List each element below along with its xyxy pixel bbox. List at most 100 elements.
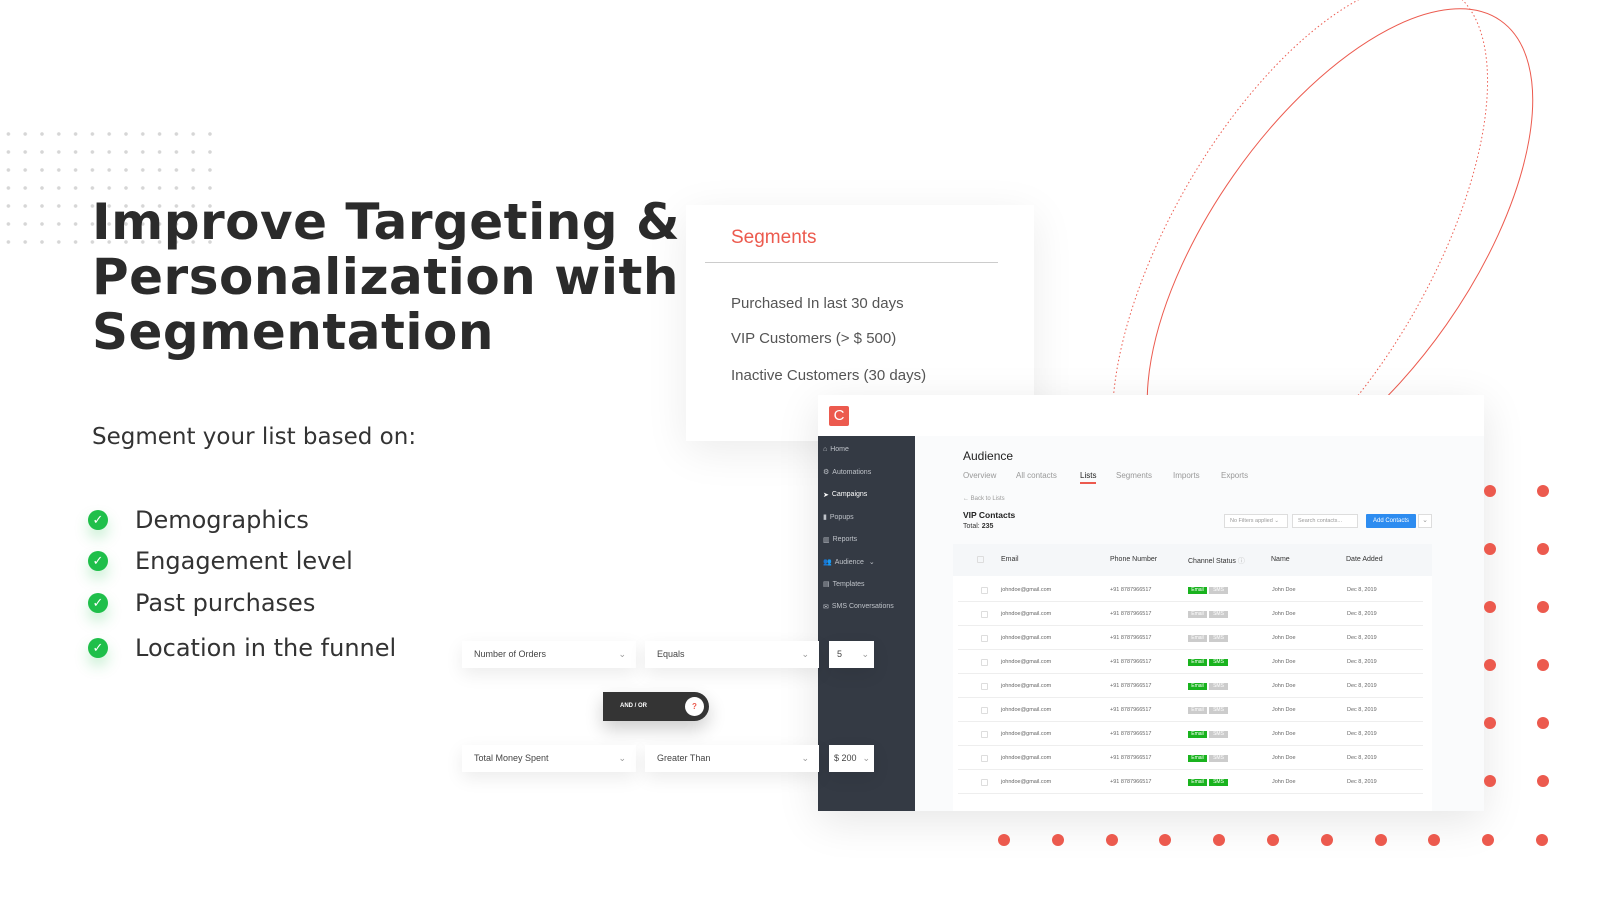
date-cell: Dec 8, 2019 xyxy=(1347,755,1377,761)
segment-item[interactable]: Purchased In last 30 days xyxy=(731,295,904,312)
decorative-dot xyxy=(1537,601,1549,613)
row-checkbox[interactable] xyxy=(981,587,988,594)
table-row[interactable]: johndoe@gmail.com +91 8787966517 Email S… xyxy=(958,602,1423,626)
sidebar-item-reports[interactable]: ▥ Reports xyxy=(823,536,857,544)
date-cell: Dec 8, 2019 xyxy=(1347,611,1377,617)
sms-status-badge: SMS xyxy=(1209,659,1228,666)
sidebar-item-popups[interactable]: ▮ Popups xyxy=(823,513,854,522)
table-row[interactable]: johndoe@gmail.com +91 8787966517 Email S… xyxy=(958,698,1423,722)
table-row[interactable]: johndoe@gmail.com +91 8787966517 Email S… xyxy=(958,626,1423,650)
column-header[interactable]: Email xyxy=(1001,556,1019,563)
list-name: VIP Contacts xyxy=(963,510,1016,520)
row-checkbox[interactable] xyxy=(981,635,988,642)
tab-overview[interactable]: Overview xyxy=(963,471,996,480)
sidebar-item-templates[interactable]: ▤ Templates xyxy=(823,580,865,589)
decorative-dot xyxy=(1267,834,1279,846)
sidebar-item-automations[interactable]: ⚙ Automations xyxy=(823,468,871,477)
sidebar-item-home[interactable]: ⌂ Home xyxy=(823,446,849,453)
row-checkbox[interactable] xyxy=(981,779,988,786)
divider xyxy=(705,262,998,263)
tab-segments[interactable]: Segments xyxy=(1116,471,1152,480)
column-header[interactable]: Date Added xyxy=(1346,556,1383,563)
column-header[interactable]: Phone Number xyxy=(1110,556,1157,563)
row-checkbox[interactable] xyxy=(981,707,988,714)
column-header[interactable]: Channel Status ⓘ xyxy=(1188,556,1245,566)
sidebar-item-campaigns[interactable]: ➤ Campaigns xyxy=(823,491,867,499)
decorative-dot xyxy=(1536,834,1548,846)
app-window: C ⌂ Home ⚙ Automations ➤ Campaigns ▮ Popups ▥ Rep… xyxy=(818,395,1484,811)
segment-item[interactable]: VIP Customers (> $ 500) xyxy=(731,330,896,347)
email-cell: johndoe@gmail.com xyxy=(1001,755,1052,761)
decorative-dot xyxy=(1484,601,1496,613)
table-row[interactable]: johndoe@gmail.com +91 8787966517 Email S… xyxy=(958,722,1423,746)
table-header: Email Phone Number Channel Status ⓘ Name… xyxy=(953,544,1432,576)
filter-label: No Filters applied xyxy=(1230,518,1273,524)
total-label: Total: xyxy=(963,523,980,530)
name-cell: John Doe xyxy=(1272,731,1296,737)
rule-2-operator-select[interactable]: Greater Than ⌄ xyxy=(645,745,819,772)
check-icon: ✓ xyxy=(88,510,108,530)
date-cell: Dec 8, 2019 xyxy=(1347,779,1377,785)
filter-dropdown[interactable]: No Filters applied ⌄ xyxy=(1224,514,1288,528)
date-cell: Dec 8, 2019 xyxy=(1347,731,1377,737)
decorative-dot xyxy=(1051,834,1064,846)
name-cell: John Doe xyxy=(1272,707,1296,713)
rule-1-field-select[interactable]: Number of Orders ⌄ xyxy=(462,641,636,668)
chevron-down-icon: ⌄ xyxy=(861,649,869,659)
chevron-down-icon: ⌄ xyxy=(801,649,809,659)
sidebar-item-audience[interactable]: 👥 Audience ⌄ xyxy=(823,558,875,567)
sms-status-badge: SMS xyxy=(1209,707,1228,714)
row-checkbox[interactable] xyxy=(981,659,988,666)
table-row[interactable]: johndoe@gmail.com +91 8787966517 Email S… xyxy=(958,650,1423,674)
decorative-dot xyxy=(1484,659,1496,671)
name-cell: John Doe xyxy=(1272,779,1296,785)
table-row[interactable]: johndoe@gmail.com +91 8787966517 Email S… xyxy=(958,578,1423,602)
search-input[interactable]: Search contacts... xyxy=(1292,514,1358,528)
back-to-lists-link[interactable]: ← Back to Lists xyxy=(963,496,1005,502)
column-label: Channel Status xyxy=(1188,558,1236,565)
rule-2-value-select[interactable]: $ 200 ⌄ xyxy=(829,745,874,772)
column-header[interactable]: Name xyxy=(1271,556,1290,563)
email-status-badge: Email xyxy=(1188,587,1207,594)
rule-1-operator-select[interactable]: Equals ⌄ xyxy=(645,641,819,668)
sidebar-item-sms-conversations[interactable]: ✉ SMS Conversations xyxy=(823,603,894,611)
tab-exports[interactable]: Exports xyxy=(1221,471,1248,480)
phone-cell: +91 8787966517 xyxy=(1110,755,1152,761)
chart-icon: ▥ xyxy=(823,536,830,544)
contacts-table: Email Phone Number Channel Status ⓘ Name… xyxy=(953,544,1432,811)
gears-icon: ⚙ xyxy=(823,469,830,477)
decorative-dot xyxy=(1484,543,1496,555)
add-options-dropdown[interactable]: ⌄ xyxy=(1418,514,1432,528)
help-icon[interactable]: ? xyxy=(685,697,704,716)
table-row[interactable]: johndoe@gmail.com +91 8787966517 Email S… xyxy=(958,770,1423,794)
select-all-checkbox[interactable] xyxy=(977,556,984,563)
name-cell: John Doe xyxy=(1272,659,1296,665)
app-logo[interactable]: C xyxy=(829,406,849,426)
email-cell: johndoe@gmail.com xyxy=(1001,779,1052,785)
sidebar-item-label: Reports xyxy=(832,536,858,544)
table-row[interactable]: johndoe@gmail.com +91 8787966517 Email S… xyxy=(958,746,1423,770)
date-cell: Dec 8, 2019 xyxy=(1347,587,1377,593)
and-or-toggle[interactable]: AND / OR? xyxy=(603,692,709,721)
name-cell: John Doe xyxy=(1272,611,1296,617)
tab-all-contacts[interactable]: All contacts xyxy=(1016,471,1057,480)
row-checkbox[interactable] xyxy=(981,755,988,762)
email-status-badge: Email xyxy=(1188,635,1207,642)
decorative-dot xyxy=(998,834,1010,846)
row-checkbox[interactable] xyxy=(981,731,988,738)
rule-1-value-select[interactable]: 5 ⌄ xyxy=(829,641,874,668)
add-contacts-button[interactable]: Add Contacts xyxy=(1366,514,1416,528)
rule-2-field-select[interactable]: Total Money Spent ⌄ xyxy=(462,745,636,772)
row-checkbox[interactable] xyxy=(981,611,988,618)
decorative-dot xyxy=(1537,485,1549,497)
home-icon: ⌂ xyxy=(823,446,828,453)
row-checkbox[interactable] xyxy=(981,683,988,690)
feature-item: ✓ Past purchases xyxy=(88,589,315,617)
feature-label: Demographics xyxy=(135,506,309,534)
table-row[interactable]: johndoe@gmail.com +91 8787966517 Email S… xyxy=(958,674,1423,698)
tab-lists[interactable]: Lists xyxy=(1080,471,1097,484)
email-cell: johndoe@gmail.com xyxy=(1001,659,1052,665)
feature-label: Engagement level xyxy=(135,547,353,575)
tab-imports[interactable]: Imports xyxy=(1173,471,1200,480)
segment-item[interactable]: Inactive Customers (30 days) xyxy=(731,367,926,384)
